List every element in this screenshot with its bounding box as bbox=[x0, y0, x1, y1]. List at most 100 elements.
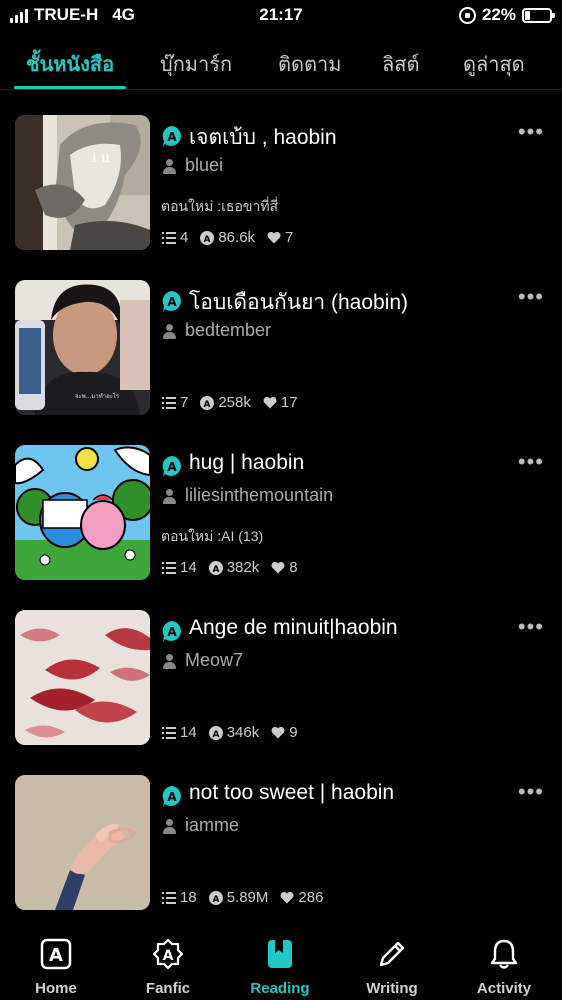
view-count: 382k bbox=[226, 559, 260, 576]
bottom-nav: A Home A Fanfic Reading Writing Activity bbox=[0, 928, 562, 1000]
heart-icon bbox=[263, 396, 277, 409]
chapter-list-icon bbox=[162, 231, 176, 244]
like-count: 7 bbox=[285, 229, 294, 246]
story-item[interactable]: A not too sweet | haobin iamme 18 A 5.89M… bbox=[0, 775, 562, 915]
story-author[interactable]: iamme bbox=[162, 815, 239, 836]
orientation-lock-icon bbox=[458, 6, 476, 24]
status-bar: TRUE-H 4G 21:17 22% bbox=[0, 0, 562, 32]
new-chapter-label: ตอนใหม่ :AI (13) bbox=[161, 528, 264, 544]
more-options-icon[interactable]: ••• bbox=[518, 284, 544, 310]
chapter-list-icon bbox=[162, 396, 176, 409]
like-count: 17 bbox=[280, 394, 298, 411]
battery-percent: 22% bbox=[481, 5, 516, 24]
story-cover[interactable]: i u bbox=[15, 115, 150, 250]
pencil-icon bbox=[379, 941, 405, 967]
story-title[interactable]: เจตเบ้บ , haobin bbox=[189, 121, 337, 154]
system-indicators: 22% bbox=[458, 5, 555, 25]
more-options-icon[interactable]: ••• bbox=[518, 614, 544, 640]
more-options-icon[interactable]: ••• bbox=[518, 779, 544, 805]
svg-text:A: A bbox=[204, 235, 211, 245]
story-cover[interactable] bbox=[15, 775, 150, 910]
story-title[interactable]: hug | haobin bbox=[189, 451, 304, 475]
story-author[interactable]: Meow7 bbox=[162, 650, 243, 671]
active-tab-indicator bbox=[14, 86, 126, 89]
svg-text:A: A bbox=[49, 945, 63, 966]
chapter-count: 14 bbox=[180, 724, 197, 741]
bell-icon bbox=[490, 939, 518, 969]
person-icon bbox=[162, 818, 177, 834]
nav-writing-label: Writing bbox=[366, 980, 418, 997]
tab-bookshelf[interactable]: ชั้นหนังสือ bbox=[26, 48, 114, 80]
story-cover[interactable] bbox=[15, 610, 150, 745]
story-author[interactable]: liliesinthemountain bbox=[162, 485, 333, 506]
story-stats: 14 A 382k 8 bbox=[162, 559, 306, 576]
heart-icon bbox=[280, 891, 294, 904]
library-tabs: ชั้นหนังสือ บุ๊กมาร์ก ติดตาม ลิสต์ ดูล่า… bbox=[0, 34, 562, 90]
tab-following[interactable]: ติดตาม bbox=[278, 48, 341, 80]
more-options-icon[interactable]: ••• bbox=[518, 119, 544, 145]
views-icon: A bbox=[200, 395, 215, 410]
like-count: 8 bbox=[289, 559, 298, 576]
chapter-list-icon bbox=[162, 726, 176, 739]
svg-text:A: A bbox=[167, 790, 177, 804]
story-cover[interactable]: จะพ...มาทำอะไร bbox=[15, 280, 150, 415]
svg-text:A: A bbox=[212, 565, 219, 575]
author-name: bluei bbox=[185, 155, 224, 175]
view-count: 86.6k bbox=[218, 229, 256, 246]
heart-icon bbox=[271, 726, 285, 739]
like-count: 9 bbox=[289, 724, 298, 741]
story-item[interactable]: จะพ...มาทำอะไร A โอบเดือนกันยา (haobin) … bbox=[0, 280, 562, 420]
new-chapter-label: ตอนใหม่ :เธอขาที่สี่ bbox=[161, 198, 279, 214]
author-name: Meow7 bbox=[185, 650, 244, 670]
svg-text:A: A bbox=[204, 400, 211, 410]
story-author[interactable]: bedtember bbox=[162, 320, 271, 341]
story-item[interactable]: i u A เจตเบ้บ , haobin bluei ตอนใหม่ :เธ… bbox=[0, 115, 562, 255]
chapter-list-icon bbox=[162, 561, 176, 574]
story-author[interactable]: bluei bbox=[162, 155, 223, 176]
battery-icon bbox=[522, 7, 555, 23]
fanfic-badge-icon: A bbox=[162, 456, 181, 477]
tab-lists[interactable]: ลิสต์ bbox=[382, 48, 419, 80]
nav-fanfic-label: Fanfic bbox=[145, 980, 191, 997]
author-name: bedtember bbox=[185, 320, 272, 340]
story-cover[interactable] bbox=[15, 445, 150, 580]
tab-recent[interactable]: ดูล่าสุด bbox=[463, 48, 525, 80]
fanfic-badge-icon: A bbox=[162, 291, 181, 312]
svg-text:จะพ...มาทำอะไร: จะพ...มาทำอะไร bbox=[75, 392, 120, 400]
chapter-count: 4 bbox=[180, 229, 189, 246]
story-stats: 4 A 86.6k 7 bbox=[162, 229, 301, 246]
svg-text:A: A bbox=[163, 948, 174, 964]
person-icon bbox=[162, 323, 177, 339]
author-name: liliesinthemountain bbox=[185, 485, 334, 505]
nav-reading-label: Reading bbox=[250, 980, 310, 997]
svg-text:A: A bbox=[212, 730, 219, 740]
heart-icon bbox=[267, 231, 281, 244]
fanfic-badge-icon: A bbox=[162, 126, 181, 147]
chapter-count: 7 bbox=[180, 394, 189, 411]
fanfic-badge-icon: A bbox=[162, 621, 181, 642]
story-item[interactable]: A hug | haobin liliesinthemountain ตอนให… bbox=[0, 445, 562, 585]
story-title[interactable]: not too sweet | haobin bbox=[189, 781, 394, 805]
svg-text:A: A bbox=[212, 895, 219, 905]
views-icon: A bbox=[200, 230, 215, 245]
more-options-icon[interactable]: ••• bbox=[518, 449, 544, 475]
story-stats: 18 A 5.89M 286 bbox=[162, 889, 331, 906]
view-count: 5.89M bbox=[226, 889, 269, 906]
tab-bookmarks[interactable]: บุ๊กมาร์ก bbox=[160, 48, 232, 80]
story-title[interactable]: Ange de minuit|haobin bbox=[189, 616, 398, 640]
chapter-list-icon bbox=[162, 891, 176, 904]
story-stats: 14 A 346k 9 bbox=[162, 724, 306, 741]
author-name: iamme bbox=[185, 815, 240, 835]
story-item[interactable]: A Ange de minuit|haobin Meow7 14 A 346k 9… bbox=[0, 610, 562, 750]
svg-text:i u: i u bbox=[92, 150, 110, 166]
view-count: 346k bbox=[226, 724, 260, 741]
views-icon: A bbox=[208, 560, 223, 575]
svg-text:A: A bbox=[167, 295, 177, 309]
chapter-count: 18 bbox=[180, 889, 197, 906]
story-title[interactable]: โอบเดือนกันยา (haobin) bbox=[189, 286, 408, 319]
person-icon bbox=[162, 488, 177, 504]
chapter-count: 14 bbox=[180, 559, 197, 576]
like-count: 286 bbox=[298, 889, 324, 906]
home-a-icon: A bbox=[40, 938, 72, 970]
svg-text:A: A bbox=[167, 625, 177, 639]
